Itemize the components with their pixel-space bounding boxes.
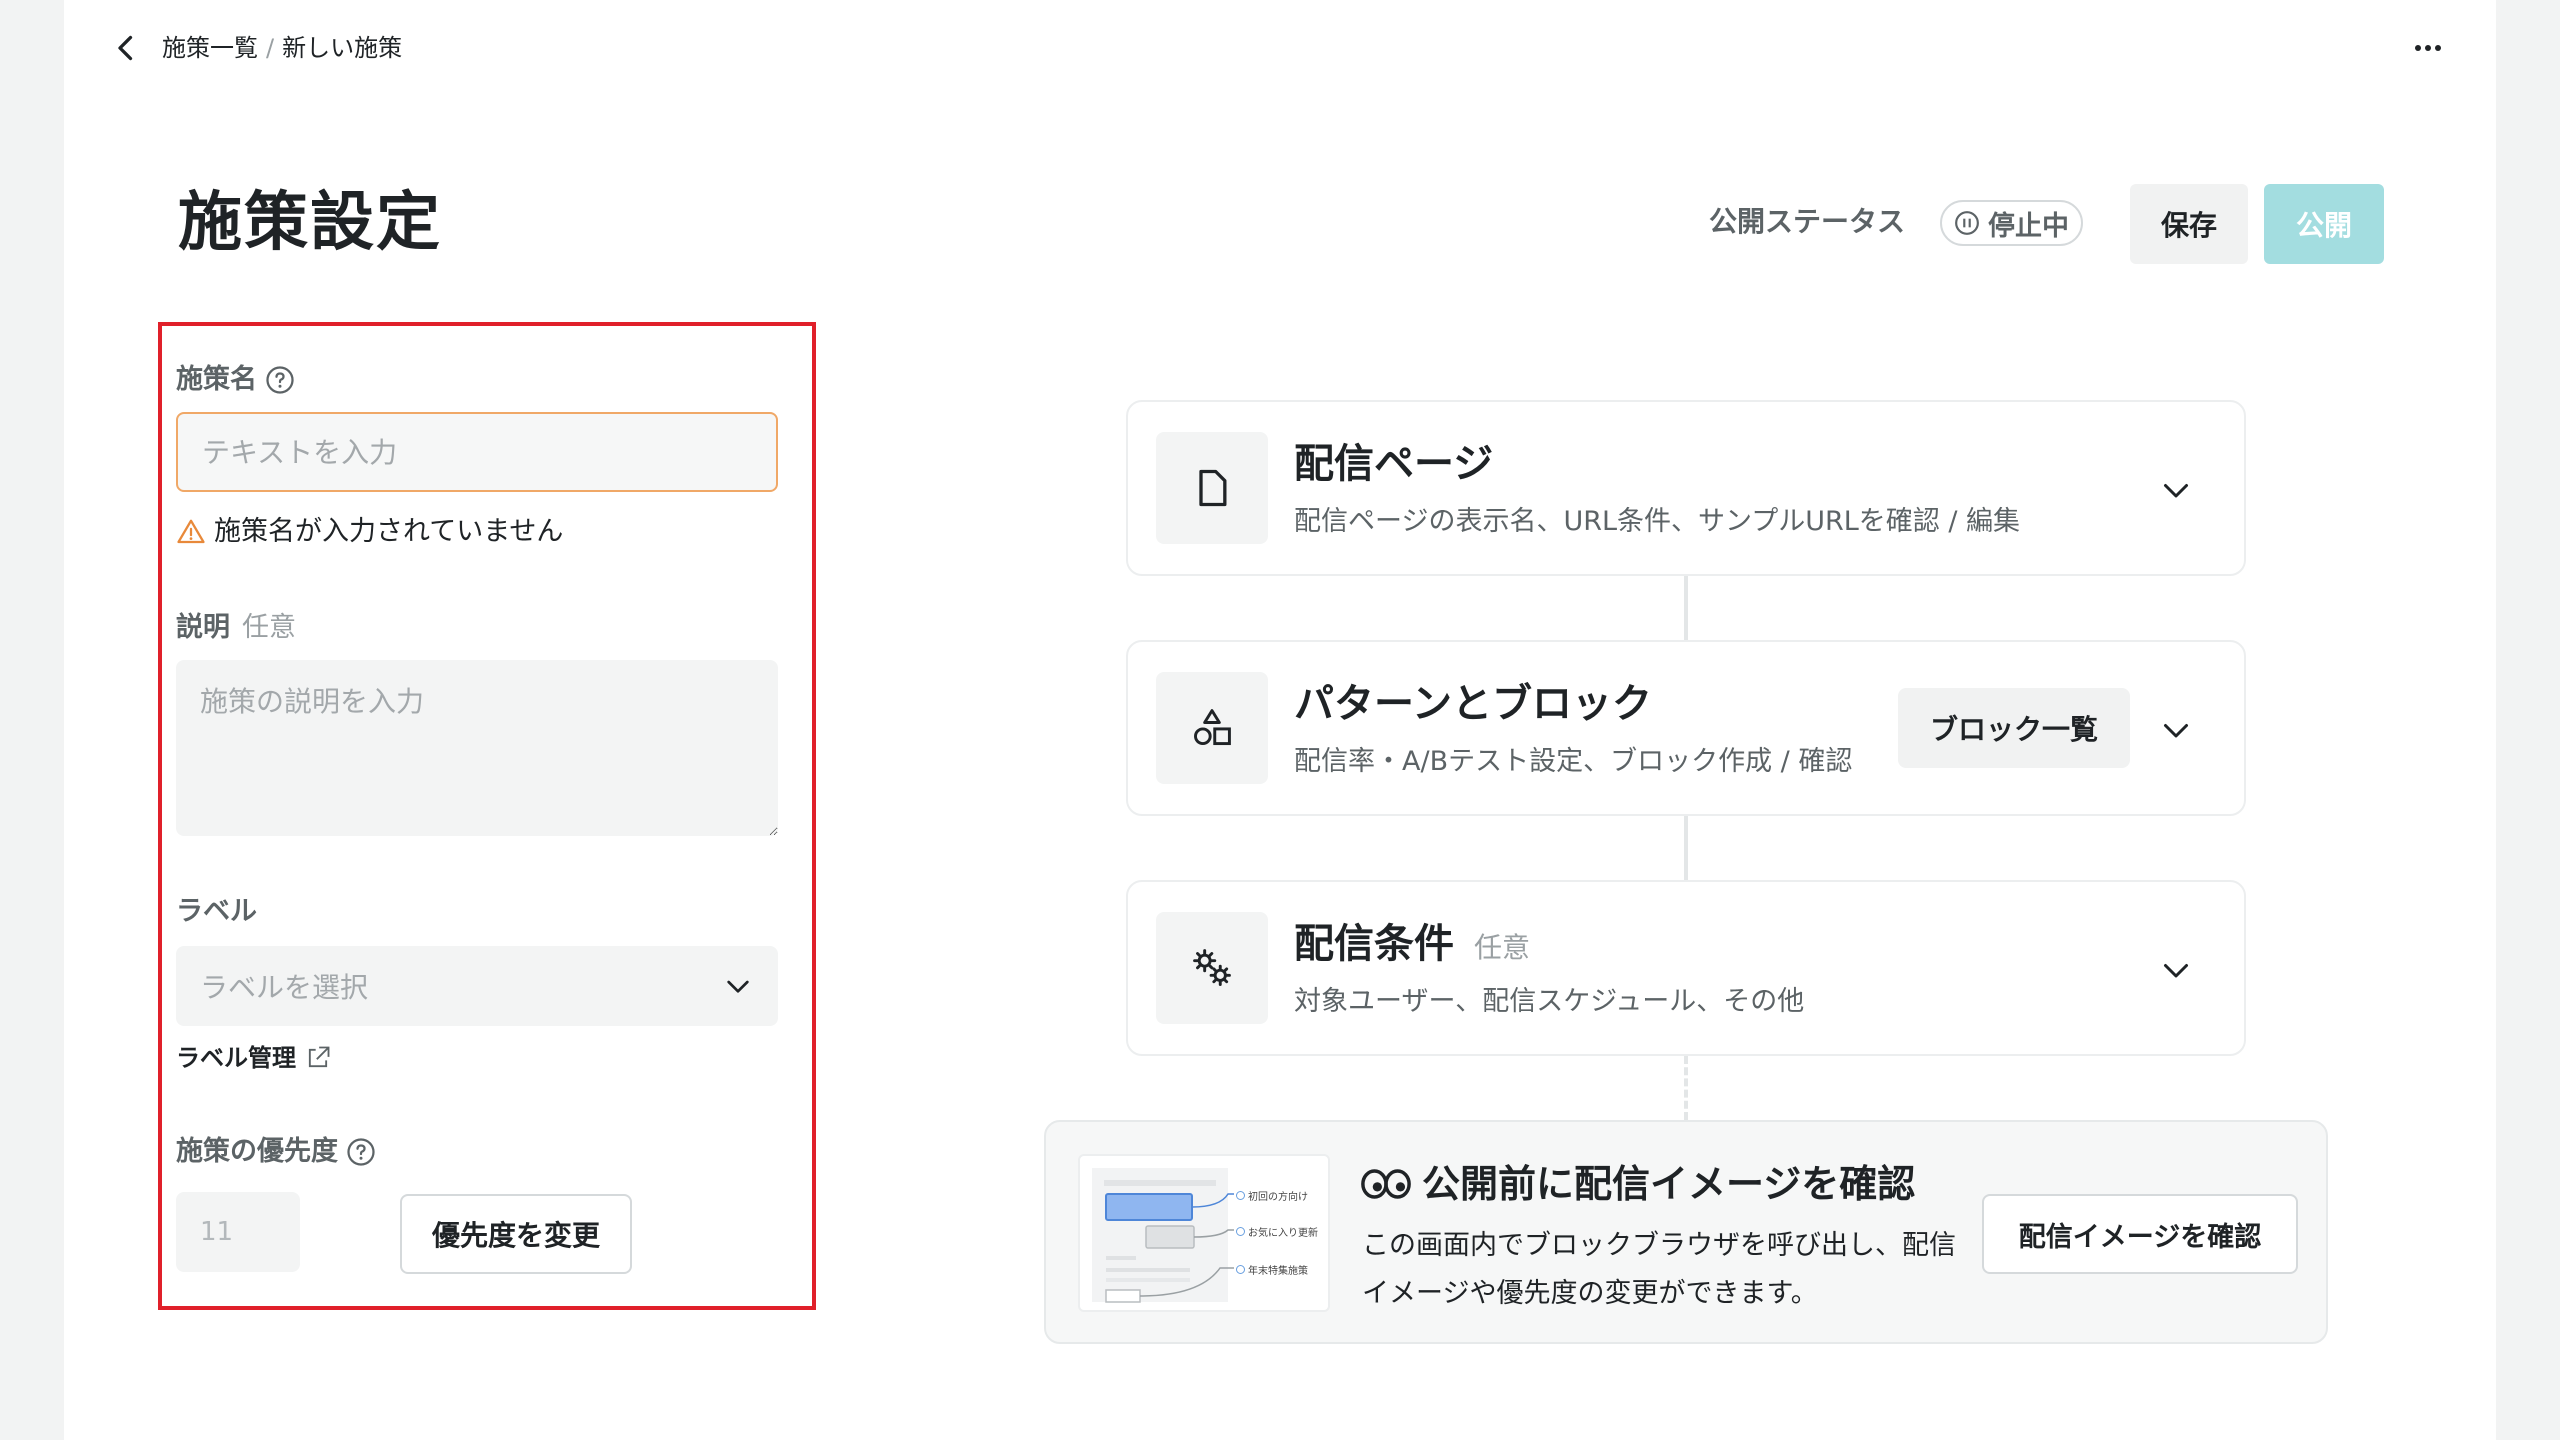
thumb-item-text: 年末特集施策 [1248, 1266, 1308, 1277]
thumb-item: 年末特集施策 [1236, 1262, 1308, 1277]
preview-description: この画面内でブロックブラウザを呼び出し、配信イメージや優先度の変更ができます。 [1362, 1230, 1956, 1309]
publish-status-label: 公開ステータス [1709, 205, 1906, 238]
priority-field-label: 施策の優先度 [176, 1132, 376, 1172]
delivery-conditions-card[interactable]: 配信条件 任意 対象ユーザー、配信スケジュール、その他 [1126, 880, 2246, 1056]
card-connector [1684, 816, 1688, 880]
more-options-icon[interactable] [2408, 28, 2448, 68]
label-manage-link[interactable]: ラベル管理 [176, 1040, 332, 1076]
top-bar: 施策一覧 / 新しい施策 [64, 0, 2496, 96]
card-title: パターンとブロック [1294, 676, 1652, 732]
page: 施策一覧 /新しい施策 施策設定 公開ステータス 停止中 保存 公開 施策名 [64, 0, 2496, 1440]
card-description: 配信率・A/Bテスト設定、ブロック作成 / 確認 [1294, 746, 1853, 777]
card-icon-box [1156, 912, 1268, 1024]
preview-banner: 初回の方向け お気に入り更新 年末特集施策 公開前に配信イメージを確認 この画面… [1044, 1120, 2328, 1344]
card-title-text: 配信ページ [1294, 441, 1494, 487]
name-error-message: 施策名が入力されていません [176, 512, 563, 552]
block-list-button[interactable]: ブロック一覧 [1898, 688, 2130, 768]
breadcrumb-current: 新しい施策 [282, 34, 403, 62]
card-connector-dashed [1684, 1056, 1688, 1120]
document-icon [1199, 469, 1227, 507]
optional-tag: 任意 [242, 612, 296, 643]
chevron-down-icon[interactable] [2158, 472, 2194, 508]
description-textarea[interactable] [176, 660, 778, 836]
preview-title-text: 公開前に配信イメージを確認 [1422, 1162, 1916, 1206]
description-label-text: 説明 [176, 612, 230, 643]
label-manage-text: ラベル管理 [176, 1044, 296, 1072]
pause-icon [1955, 211, 1979, 235]
card-description: 配信ページの表示名、URL条件、サンプルURLを確認 / 編集 [1294, 506, 2021, 537]
name-field-label: 施策名 [176, 360, 295, 400]
card-connector [1684, 576, 1688, 640]
label-select-placeholder: ラベルを選択 [200, 971, 369, 1004]
thumb-item: お気に入り更新 [1236, 1224, 1318, 1239]
thumb-dot-icon [1236, 1265, 1245, 1274]
thumb-item-text: お気に入り更新 [1248, 1228, 1318, 1239]
description-field-label: 説明 任意 [176, 608, 296, 648]
name-label-text: 施策名 [176, 364, 257, 395]
external-link-icon [308, 1046, 330, 1068]
priority-label-text: 施策の優先度 [176, 1136, 338, 1167]
thumb-dot-icon [1236, 1191, 1245, 1200]
delivery-page-card[interactable]: 配信ページ 配信ページの表示名、URL条件、サンプルURLを確認 / 編集 [1126, 400, 2246, 576]
status-badge: 停止中 [1940, 200, 2083, 246]
campaign-form-panel: 施策名 施策名が入力されていません 説明任意 ラベル ラベルを選択 [158, 322, 816, 1310]
thumb-item: 初回の方向け [1236, 1188, 1308, 1203]
card-description: 対象ユーザー、配信スケジュール、その他 [1294, 986, 1805, 1017]
breadcrumb-parent[interactable]: 施策一覧 [162, 34, 258, 62]
status-value: 停止中 [1988, 210, 2069, 242]
card-title-text: パターンとブロック [1294, 681, 1652, 727]
thumb-dot-icon [1236, 1227, 1245, 1236]
back-arrow-icon[interactable] [108, 30, 144, 66]
preview-confirm-button[interactable]: 配信イメージを確認 [1982, 1194, 2298, 1274]
label-field-label: ラベル [176, 892, 257, 932]
card-title-text: 配信条件 [1294, 921, 1454, 967]
chevron-down-icon [727, 980, 749, 993]
change-priority-button[interactable]: 優先度を変更 [400, 1194, 632, 1274]
chevron-down-icon[interactable] [2158, 952, 2194, 988]
card-title: 配信条件 任意 [1294, 916, 1530, 976]
preview-title: 公開前に配信イメージを確認 [1360, 1158, 1915, 1210]
gears-icon [1193, 949, 1231, 986]
breadcrumb-separator: / [266, 34, 275, 62]
eyes-icon [1361, 1169, 1411, 1199]
warning-icon [177, 519, 205, 544]
thumb-item-text: 初回の方向け [1248, 1192, 1308, 1203]
card-icon-box [1156, 672, 1268, 784]
card-title: 配信ページ [1294, 436, 1493, 492]
name-error-text: 施策名が入力されていません [214, 516, 564, 547]
preview-thumbnail: 初回の方向け お気に入り更新 年末特集施策 [1078, 1154, 1330, 1312]
page-title: 施策設定 [178, 186, 442, 260]
campaign-name-input[interactable] [176, 412, 778, 492]
card-icon-box [1156, 432, 1268, 544]
breadcrumb: 施策一覧 / 新しい施策 [162, 30, 402, 66]
help-icon[interactable] [346, 1137, 376, 1167]
save-button[interactable]: 保存 [2130, 184, 2248, 264]
optional-tag: 任意 [1474, 931, 1531, 964]
shapes-icon [1194, 709, 1231, 746]
help-icon[interactable] [265, 365, 295, 395]
patterns-blocks-card[interactable]: パターンとブロック 配信率・A/Bテスト設定、ブロック作成 / 確認 ブロック一… [1126, 640, 2246, 816]
chevron-down-icon[interactable] [2158, 712, 2194, 748]
publish-button[interactable]: 公開 [2264, 184, 2384, 264]
label-select[interactable]: ラベルを選択 [176, 946, 778, 1026]
label-label-text: ラベル [176, 896, 257, 927]
priority-value: 11 [176, 1192, 300, 1272]
